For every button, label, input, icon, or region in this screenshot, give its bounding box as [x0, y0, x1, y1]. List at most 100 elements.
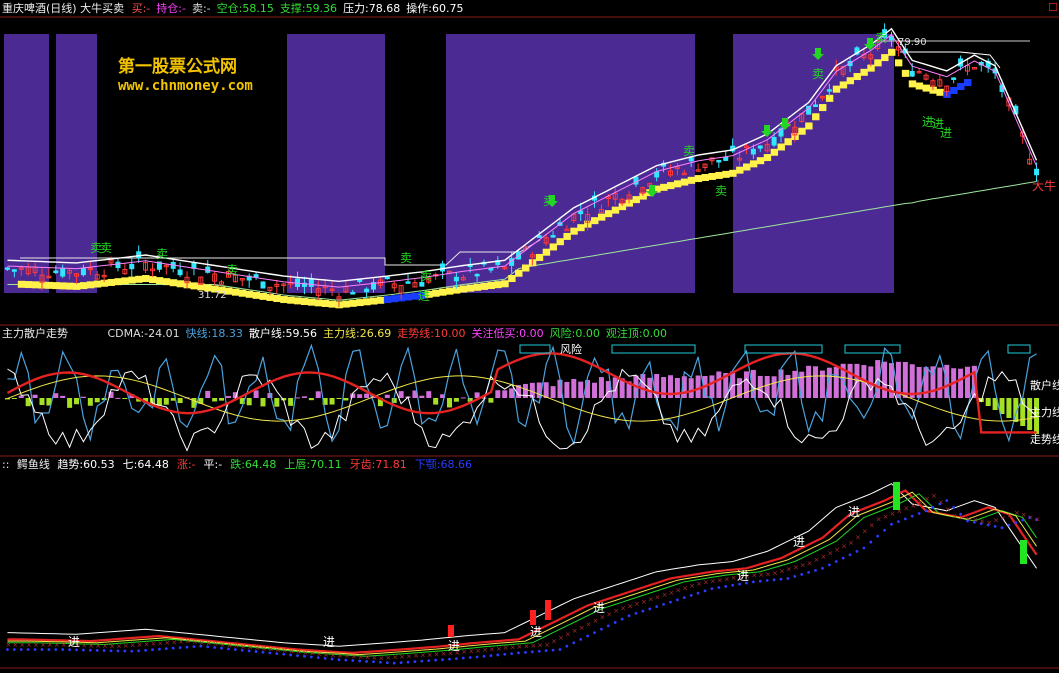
jaw-dot: [931, 505, 935, 509]
cdma-bar: [87, 398, 93, 406]
trend-step: [708, 172, 716, 180]
jaw-dot: [862, 546, 866, 550]
trend-step: [611, 206, 620, 214]
header-indicator: 压力:78.68: [343, 2, 401, 15]
jaw-dot: [510, 652, 514, 655]
bottom-title: 鳄鱼线: [16, 458, 50, 471]
teeth-mark: ×: [109, 642, 115, 650]
teeth-mark: ×: [800, 562, 806, 570]
jaw-dot: [814, 568, 817, 572]
trend-step: [245, 290, 254, 298]
mid-indicator: 散户线:59.56: [248, 327, 318, 340]
teeth-mark: ×: [137, 641, 143, 649]
cdma-bar: [806, 365, 812, 398]
cdma-bar: [543, 382, 549, 398]
teeth-mark: ×: [157, 639, 163, 647]
candle-body: [951, 77, 957, 80]
teeth-mark: ×: [441, 650, 447, 658]
trend-step: [660, 183, 668, 191]
teeth-mark: ×: [814, 556, 820, 564]
bottom-indicator: 上唇:70.11: [284, 458, 342, 471]
teeth-mark: ×: [33, 641, 39, 649]
trend-step: [604, 210, 613, 218]
signal-sell: 卖: [420, 269, 432, 283]
cdma-bar: [205, 390, 211, 398]
close-icon[interactable]: ☐: [1048, 1, 1058, 14]
teeth-mark: ×: [323, 651, 329, 659]
trend-step: [964, 79, 972, 87]
teeth-mark: ×: [820, 553, 826, 561]
trend-step: [79, 282, 88, 290]
cdma-bar: [260, 398, 266, 407]
teeth-mark: ×: [337, 652, 343, 660]
teeth-mark: ×: [489, 646, 495, 654]
teeth-mark: ×: [510, 644, 516, 652]
trend-band: [287, 34, 385, 293]
jaw-dot: [903, 517, 907, 521]
teeth-mark: ×: [95, 642, 101, 650]
trend-step: [908, 80, 917, 88]
teeth-mark: ×: [986, 519, 992, 527]
jaw-dot: [482, 654, 486, 658]
rise-bar: [530, 610, 536, 625]
bottom-signal: 进: [448, 639, 460, 653]
teeth-mark: ×: [26, 641, 32, 649]
trend-step: [107, 278, 116, 286]
trend-step: [957, 83, 965, 91]
jaw-dot: [524, 650, 527, 654]
trend-step: [556, 238, 564, 246]
cdma-bar: [433, 398, 439, 405]
jaw-dot: [565, 644, 569, 648]
candle-body: [826, 89, 832, 92]
jaw-dot: [786, 577, 790, 580]
teeth-mark: ×: [199, 639, 205, 647]
candle-body: [80, 268, 86, 276]
cdma-bar: [39, 398, 45, 406]
bottom-indicator: 跌:64.48: [230, 458, 277, 471]
jaw-dot: [392, 661, 396, 665]
mid-title: 主力散户走势: [2, 327, 68, 340]
bottom-signal: 进: [737, 569, 749, 583]
teeth-mark: ×: [959, 514, 965, 522]
trend-step: [17, 280, 26, 288]
candle-body: [771, 136, 777, 146]
teeth-mark: ×: [696, 580, 702, 588]
trend-step: [515, 269, 523, 277]
jaw-dot: [496, 653, 500, 657]
header-indicator: 操作:60.75: [406, 2, 464, 15]
trend-step: [45, 281, 53, 289]
mid-indicator: 主力线:26.69: [323, 327, 392, 340]
trend-step: [701, 174, 709, 182]
teeth-mark: ×: [102, 642, 108, 650]
header-indicator: 卖:-: [191, 2, 211, 15]
watch-box: [744, 344, 823, 354]
jaw-dot: [758, 579, 762, 583]
trend-step: [162, 278, 171, 286]
teeth-mark: ×: [517, 643, 523, 651]
mid-right-label: 走势线: [1030, 432, 1059, 446]
jaw-dot: [952, 505, 956, 509]
teeth-mark: ×: [1021, 511, 1027, 519]
teeth-mark: ×: [150, 640, 156, 648]
cdma-bar: [288, 398, 294, 406]
teeth-mark: ×: [1007, 511, 1013, 519]
cdma-bar: [94, 398, 100, 403]
jaw-dot: [489, 654, 493, 658]
bottom-indicator: 下颚:68.66: [414, 458, 473, 471]
trend-step: [818, 104, 827, 112]
cdma-bar: [219, 398, 225, 401]
trend-step: [321, 299, 330, 307]
trend-step: [950, 86, 958, 94]
trend-step: [404, 293, 412, 301]
candle-body: [177, 269, 183, 276]
cdma-bar: [598, 377, 604, 398]
trend-step: [922, 84, 930, 92]
teeth-mark: ×: [206, 639, 212, 647]
jaw-dot: [751, 580, 755, 584]
teeth-mark: ×: [523, 642, 529, 650]
header-indicator: 空仓:58.15: [216, 2, 274, 15]
trend-step: [328, 300, 337, 308]
jaw-dot: [738, 582, 741, 586]
cdma-bar: [495, 390, 501, 398]
candle-body: [757, 145, 763, 149]
